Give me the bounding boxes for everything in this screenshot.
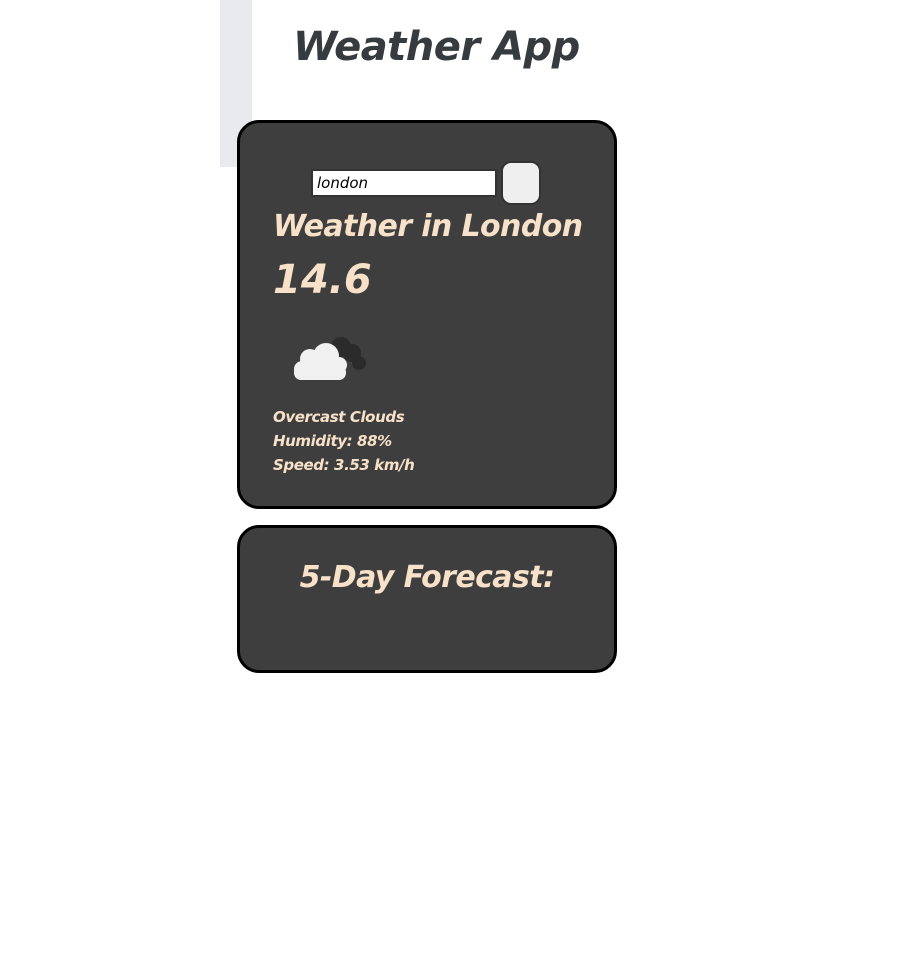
search-button[interactable] xyxy=(501,161,541,205)
temperature-value: 14.6 xyxy=(273,257,372,303)
weather-description: Overcast Clouds xyxy=(273,408,405,426)
city-search-input[interactable] xyxy=(311,169,497,197)
humidity-text: Humidity: 88% xyxy=(273,432,392,450)
cloud-icon xyxy=(294,337,366,380)
wind-speed-text: Speed: 3.53 km/h xyxy=(273,456,415,474)
city-heading: Weather in London xyxy=(273,209,583,244)
weather-details: Overcast Clouds Humidity: 88% Speed: 3.5… xyxy=(273,405,415,477)
page: Weather App Weather in London 14.6 xyxy=(0,0,899,975)
forecast-card: 5-Day Forecast: xyxy=(237,525,617,673)
forecast-title: 5-Day Forecast: xyxy=(299,560,555,595)
search-row xyxy=(311,161,541,205)
app-title: Weather App xyxy=(293,24,580,70)
current-weather-card: Weather in London 14.6 Overcast Clouds H… xyxy=(237,120,617,509)
